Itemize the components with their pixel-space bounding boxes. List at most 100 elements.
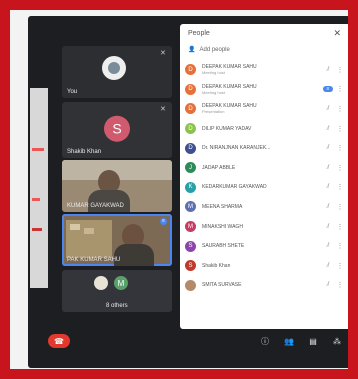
participant-row[interactable]: D DILIP KUMAR YADAV ⁄̸ ⋮	[185, 119, 345, 139]
participant-role: Meeting host	[202, 70, 225, 76]
more-options-icon[interactable]: ⋮	[335, 144, 345, 152]
participant-name: Dr. NIRANJNAN KARANJEK...	[202, 145, 271, 152]
more-options-icon[interactable]: ⋮	[335, 281, 345, 289]
participant-row[interactable]: D DEEPAK KUMAR SAHU Meeting host ≡ ⋮	[185, 80, 345, 100]
more-options-icon[interactable]: ⋮	[335, 105, 345, 113]
mic-off-icon[interactable]: ⁄̸	[321, 165, 335, 171]
participant-name: MINAKSHI WAGH	[202, 223, 243, 230]
participant-name: DILIP KUMAR YADAV	[202, 125, 252, 132]
tile-name: PAK KUMAR SAHU	[67, 257, 121, 263]
avatar: M	[185, 201, 196, 213]
meet-window: ✕ You S ✕ Shakib Khan KUMAR GAYAKWAD ≡ P…	[28, 16, 348, 368]
mic-off-icon[interactable]: ⁄̸	[321, 243, 335, 249]
mic-off-icon[interactable]: ⁄̸	[321, 204, 335, 210]
participant-row[interactable]: S SAURABH SHETE ⁄̸ ⋮	[185, 236, 345, 256]
avatar	[185, 279, 196, 291]
more-options-icon[interactable]: ⋮	[335, 183, 345, 191]
tile-name: Shakib Khan	[67, 149, 102, 155]
mic-off-icon: ✕	[160, 50, 166, 57]
mic-off-icon[interactable]: ⁄̸	[321, 224, 335, 230]
more-options-icon[interactable]: ⋮	[335, 203, 345, 211]
avatar	[94, 276, 108, 290]
tile-participant-1[interactable]: KUMAR GAYAKWAD	[62, 160, 172, 212]
mic-off-icon[interactable]: ⁄̸	[321, 67, 335, 73]
chat-icon[interactable]: ▤	[308, 337, 318, 346]
photo-frame: ✕ You S ✕ Shakib Khan KUMAR GAYAKWAD ≡ P…	[10, 10, 348, 369]
tile-name: 8 others	[106, 303, 128, 309]
more-options-icon[interactable]: ⋮	[335, 262, 345, 270]
close-icon[interactable]: ✕	[333, 28, 341, 39]
participant-row[interactable]: D DEEPAK KUMAR SAHU Presentation ⁄̸ ⋮	[185, 99, 345, 119]
participant-text: DEEPAK KUMAR SAHU Meeting host	[202, 64, 321, 75]
avatar: S	[185, 240, 196, 252]
add-people-label: Add people	[199, 46, 230, 53]
participant-role: Presentation	[202, 109, 225, 115]
hang-up-button[interactable]: ☎	[48, 334, 70, 348]
tile-name: You	[67, 89, 78, 95]
participant-row[interactable]: M MEENA SHARMA ⁄̸ ⋮	[185, 197, 345, 217]
info-icon[interactable]: ⓘ	[260, 336, 270, 347]
participant-name: KEDARKUMAR GAYAKWAD	[202, 184, 267, 191]
more-options-icon[interactable]: ⋮	[335, 242, 345, 250]
participant-text: Shakib Khan	[202, 263, 321, 269]
avatar: D	[185, 103, 196, 115]
participant-row[interactable]: D Dr. NIRANJNAN KARANJEK... ⁄̸ ⋮	[185, 138, 345, 158]
avatar: J	[185, 162, 196, 174]
mic-off-icon[interactable]: ⁄̸	[321, 145, 335, 151]
participant-text: DEEPAK KUMAR SAHU Meeting host	[202, 84, 323, 95]
mic-off-icon[interactable]: ⁄̸	[321, 184, 335, 190]
avatar: K	[185, 181, 196, 193]
mic-off-icon[interactable]: ⁄̸	[321, 106, 335, 112]
avatar: S	[185, 260, 196, 272]
avatar: D	[185, 123, 196, 135]
mic-off-icon[interactable]: ⁄̸	[321, 263, 335, 269]
participant-row[interactable]: D DEEPAK KUMAR SAHU Meeting host ⁄̸ ⋮	[185, 60, 345, 80]
participant-text: KEDARKUMAR GAYAKWAD	[202, 184, 321, 190]
participant-role: Meeting host	[202, 89, 225, 95]
avatar: D	[185, 142, 196, 154]
participant-row[interactable]: K KEDARKUMAR GAYAKWAD ⁄̸ ⋮	[185, 178, 345, 198]
participant-name: SAURABH SHETE	[202, 243, 245, 250]
participant-row[interactable]: S Shakib Khan ⁄̸ ⋮	[185, 256, 345, 276]
participant-text: SMITA SURVASE	[202, 282, 321, 288]
tile-shakib[interactable]: S ✕ Shakib Khan	[62, 102, 172, 158]
avatar-initial: S	[112, 120, 122, 137]
tile-participant-2[interactable]: ≡ PAK KUMAR SAHU	[62, 214, 172, 266]
speaking-indicator-icon[interactable]: ≡	[323, 86, 333, 93]
participant-text: MINAKSHI WAGH	[202, 224, 321, 230]
more-options-icon[interactable]: ⋮	[335, 125, 345, 133]
more-options-icon[interactable]: ⋮	[335, 85, 345, 93]
more-options-icon[interactable]: ⋮	[335, 66, 345, 74]
avatar: M	[185, 221, 196, 233]
add-person-icon: 👤	[188, 47, 196, 53]
participant-row[interactable]: J JADAP ABBLE ⁄̸ ⋮	[185, 158, 345, 178]
more-options-icon[interactable]: ⋮	[335, 223, 345, 231]
tile-name: KUMAR GAYAKWAD	[67, 203, 124, 209]
participant-text: JADAP ABBLE	[202, 165, 321, 171]
mic-off-icon[interactable]: ⁄̸	[321, 282, 335, 288]
participant-text: DEEPAK KUMAR SAHU Presentation	[202, 103, 321, 114]
participant-name: Shakib Khan	[202, 262, 231, 269]
tile-you[interactable]: ✕ You	[62, 46, 172, 98]
tile-others[interactable]: M 8 others	[62, 270, 172, 312]
mic-off-icon: ✕	[160, 106, 166, 113]
activities-icon[interactable]: ⁂	[332, 337, 342, 346]
you-video	[62, 46, 172, 98]
participant-text: SAURABH SHETE	[202, 243, 321, 249]
people-list: D DEEPAK KUMAR SAHU Meeting host ⁄̸ ⋮ D DEEPAK…	[185, 60, 345, 295]
participant-row[interactable]: SMITA SURVASE ⁄̸ ⋮	[185, 276, 345, 296]
people-panel: People ✕ 👤 Add people D DEEPAK KUMAR SAHU…	[180, 24, 348, 329]
people-icon[interactable]: 👥	[284, 337, 294, 346]
add-people-button[interactable]: 👤 Add people	[188, 46, 230, 54]
panel-title: People	[188, 30, 210, 37]
mic-off-icon[interactable]: ⁄̸	[321, 126, 335, 132]
avatar-initial: M	[117, 278, 125, 288]
avatar: S	[104, 115, 130, 142]
participant-name: MEENA SHARMA	[202, 203, 243, 210]
bottom-toolbar: ⓘ 👥 ▤ ⁂	[180, 330, 348, 352]
avatar: D	[185, 64, 196, 76]
participant-text: MEENA SHARMA	[202, 204, 321, 210]
more-options-icon[interactable]: ⋮	[335, 164, 345, 172]
speaking-indicator-icon: ≡	[160, 218, 167, 225]
participant-row[interactable]: M MINAKSHI WAGH ⁄̸ ⋮	[185, 217, 345, 237]
